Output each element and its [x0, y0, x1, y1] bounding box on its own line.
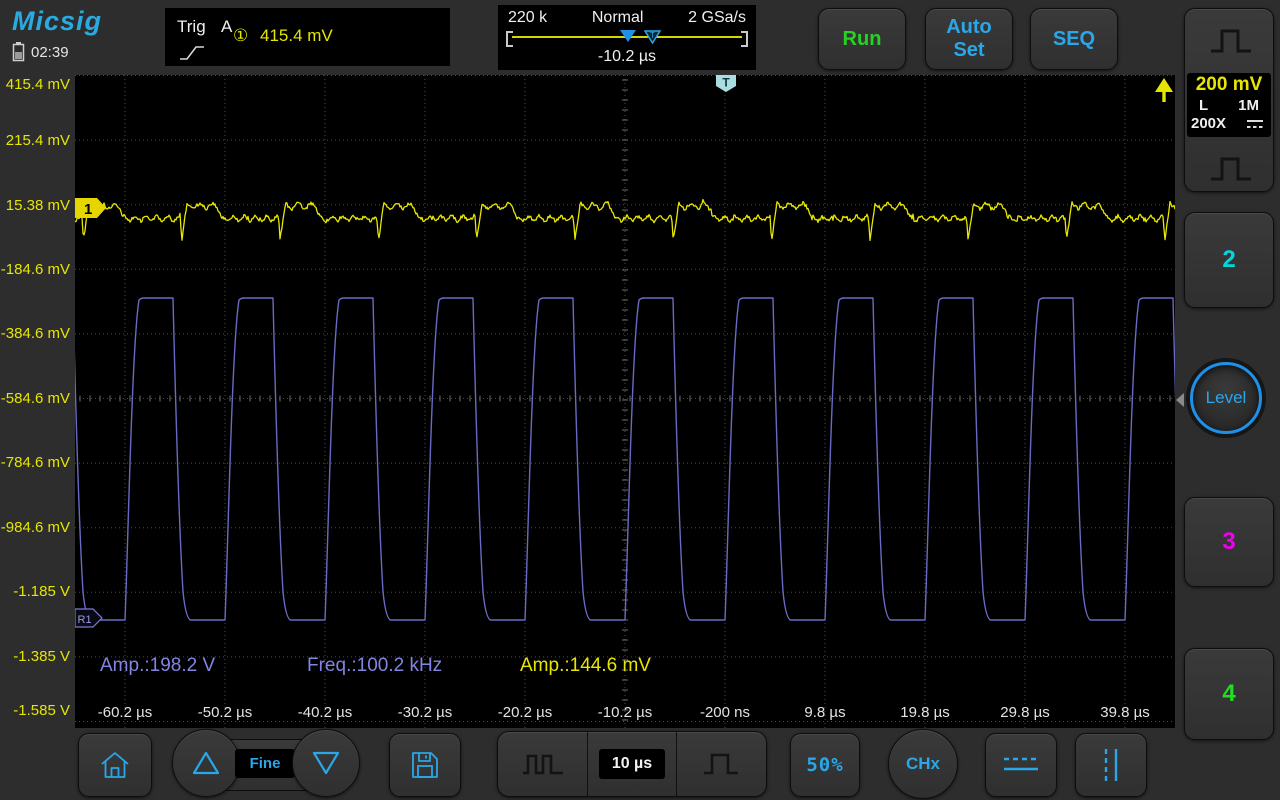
time-label: -10.2 µs	[597, 704, 653, 721]
acquire-mode: Normal	[591, 9, 644, 26]
voltage-label: -1.385 V	[13, 648, 70, 665]
brand-logo: Micsig	[12, 6, 103, 36]
trigger-level-arrow-icon[interactable]	[1155, 78, 1173, 102]
channel1-attenuation: 200X	[1191, 115, 1227, 132]
horizontal-position-slider[interactable]: T	[506, 29, 748, 47]
channel1-bandwidth: L	[1199, 97, 1209, 114]
channel1-info-box[interactable]: 200 mV L 1M 200X	[1187, 73, 1271, 137]
horizontal-cursor-icon	[1004, 757, 1038, 771]
measurement-ref-amplitude: Amp.:198.2 V	[100, 655, 216, 676]
pulse-icon	[1211, 29, 1251, 53]
seq-button[interactable]: SEQ	[1030, 8, 1118, 70]
time-label: 9.8 µs	[804, 704, 846, 721]
home-icon	[101, 752, 129, 778]
trigger-50-percent-button[interactable]: 50%	[790, 733, 860, 797]
channel-select-button[interactable]: CHx	[888, 729, 958, 799]
adjust-down-button[interactable]	[292, 729, 360, 797]
channel1-impedance: 1M	[1238, 97, 1259, 114]
voltage-label: -584.6 mV	[0, 390, 70, 407]
time-label: -40.2 µs	[297, 704, 353, 721]
zoom-in-timebase-button[interactable]	[676, 732, 766, 796]
vertical-cursor-button[interactable]	[1075, 733, 1147, 797]
trigger-source: A	[221, 17, 233, 36]
voltage-label: -1.585 V	[13, 702, 70, 719]
svg-text:R1: R1	[78, 614, 92, 626]
measurement-ref-frequency: Freq.:100.2 kHz	[307, 655, 443, 676]
trigger-status-panel[interactable]: Trig A ① 415.4 mV	[165, 8, 450, 66]
channel4-button[interactable]: 4	[1184, 648, 1274, 740]
time-label: -50.2 µs	[197, 704, 253, 721]
time-label: -20.2 µs	[497, 704, 553, 721]
memory-depth: 220 k	[508, 9, 548, 26]
svg-text:T: T	[722, 76, 730, 90]
trigger-position-marker[interactable]: T	[644, 30, 662, 45]
home-button[interactable]	[78, 733, 152, 797]
knob-left-arrow-icon	[1176, 393, 1184, 407]
dc-coupling-icon	[1247, 120, 1263, 128]
pulse-icon	[1211, 157, 1251, 181]
window-position-marker[interactable]	[620, 30, 636, 42]
autoset-button[interactable]: Auto Set	[925, 8, 1013, 70]
sample-rate: 2 GSa/s	[688, 9, 746, 26]
timebase-value-badge[interactable]: 10 µs	[599, 749, 665, 779]
slider-left-bracket	[506, 31, 513, 47]
adjust-up-button[interactable]	[172, 729, 240, 797]
save-button[interactable]	[389, 733, 461, 797]
up-triangle-icon	[192, 751, 220, 775]
status-time: 02:39	[12, 42, 69, 62]
voltage-label: 415.4 mV	[5, 76, 70, 93]
voltage-label: -984.6 mV	[0, 519, 70, 536]
trigger-label: Trig	[177, 17, 206, 36]
waveform-display[interactable]: 1 R1 T Amp.:198.2 V Freq.:100.2 kHz Amp.…	[75, 75, 1175, 728]
clock-text: 02:39	[31, 43, 69, 61]
graticule-grid	[75, 75, 1175, 728]
voltage-label: -784.6 mV	[0, 454, 70, 471]
time-label: -200 ns	[699, 704, 751, 721]
channel1-position-marker[interactable]: 1	[75, 198, 106, 218]
channel2-button[interactable]: 2	[1184, 212, 1274, 308]
run-stop-button[interactable]: Run	[818, 8, 906, 70]
time-label: -60.2 µs	[97, 704, 153, 721]
zoom-out-timebase-button[interactable]	[498, 732, 587, 796]
reference-position-marker[interactable]: R1	[75, 608, 103, 628]
trigger-level-value: 415.4 mV	[260, 26, 333, 45]
vertical-cursor-icon	[1104, 749, 1118, 781]
rising-edge-icon	[180, 46, 204, 60]
voltage-label: -384.6 mV	[0, 325, 70, 342]
trigger-time-marker[interactable]: T	[716, 75, 736, 92]
svg-text:1: 1	[84, 201, 92, 218]
horizontal-status-panel[interactable]: 220 k Normal 2 GSa/s T -10.2 µs	[498, 5, 756, 70]
voltage-label: 15.38 mV	[5, 197, 70, 214]
slider-right-bracket	[741, 31, 748, 47]
horizontal-cursor-button[interactable]	[985, 733, 1057, 797]
voltage-label: -184.6 mV	[0, 261, 70, 278]
trigger-channel-badge: ①	[233, 26, 249, 45]
time-label: 19.8 µs	[900, 704, 950, 721]
svg-text:T: T	[650, 31, 655, 40]
channel1-scale: 200 mV	[1195, 74, 1263, 95]
pulse-icon	[704, 753, 738, 775]
trigger-delay-value: -10.2 µs	[597, 48, 657, 65]
time-label: 39.8 µs	[1100, 704, 1150, 721]
channel1-button[interactable]: 200 mV L 1M 200X	[1184, 8, 1274, 192]
time-label: 29.8 µs	[1000, 704, 1050, 721]
voltage-label: -1.185 V	[13, 583, 70, 600]
voltage-label: 215.4 mV	[5, 132, 70, 149]
level-knob[interactable]: Level	[1190, 362, 1262, 434]
oscilloscope-screen: Micsig 02:39 Trig A ① 415.4 mV 220 k Nor…	[0, 0, 1280, 800]
fine-mode-badge[interactable]: Fine	[235, 749, 295, 778]
channel3-button[interactable]: 3	[1184, 497, 1274, 587]
battery-icon	[12, 42, 25, 62]
channel-sidebar: 200 mV L 1M 200X 2 Level 3 4	[1175, 0, 1280, 800]
measurement-ch1-amplitude: Amp.:144.6 mV	[520, 655, 651, 676]
time-label: -30.2 µs	[397, 704, 453, 721]
save-icon	[412, 752, 438, 778]
timebase-group: 10 µs	[497, 731, 767, 797]
pulse-train-icon	[522, 754, 563, 775]
down-triangle-icon	[312, 751, 340, 775]
